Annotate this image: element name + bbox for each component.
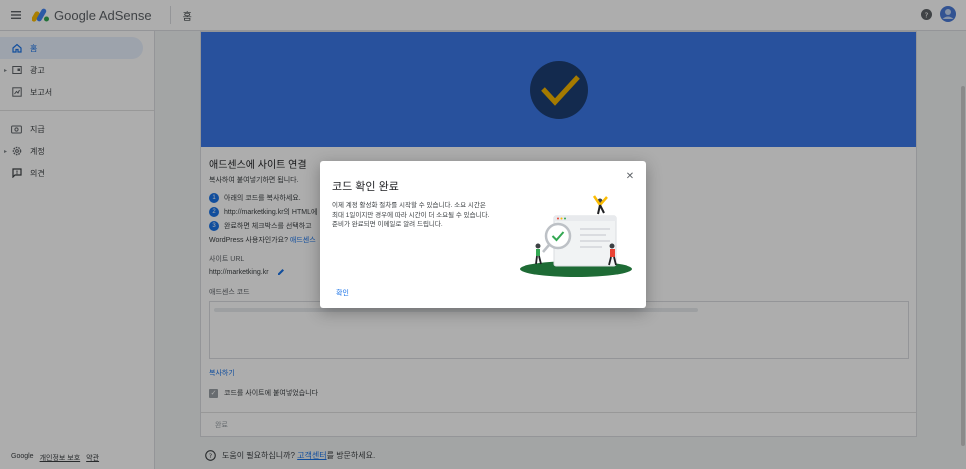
dialog-title: 코드 확인 완료 <box>332 181 399 193</box>
scrollbar-thumb[interactable] <box>961 86 965 446</box>
confirm-button[interactable]: 확인 <box>336 288 349 298</box>
code-verified-dialog: 코드 확인 완료 ✕ 이제 계정 활성화 절차를 시작할 수 있습니다. 소요 … <box>320 161 646 308</box>
close-icon[interactable]: ✕ <box>624 170 636 182</box>
dialog-line: 최대 1일이지만 경우에 따라 시간이 더 소요될 수 있습니다. <box>332 211 490 219</box>
dialog-message: 이제 계정 활성화 절차를 시작할 수 있습니다. 소요 시간은 최대 1일이지… <box>332 201 522 230</box>
dialog-line: 이제 계정 활성화 절차를 시작할 수 있습니다. 소요 시간은 <box>332 202 486 209</box>
scrollbar[interactable] <box>960 31 966 469</box>
verification-illustration-icon <box>520 195 632 277</box>
dialog-line: 준비가 완료되면 이메일로 알려 드립니다. <box>332 221 443 228</box>
